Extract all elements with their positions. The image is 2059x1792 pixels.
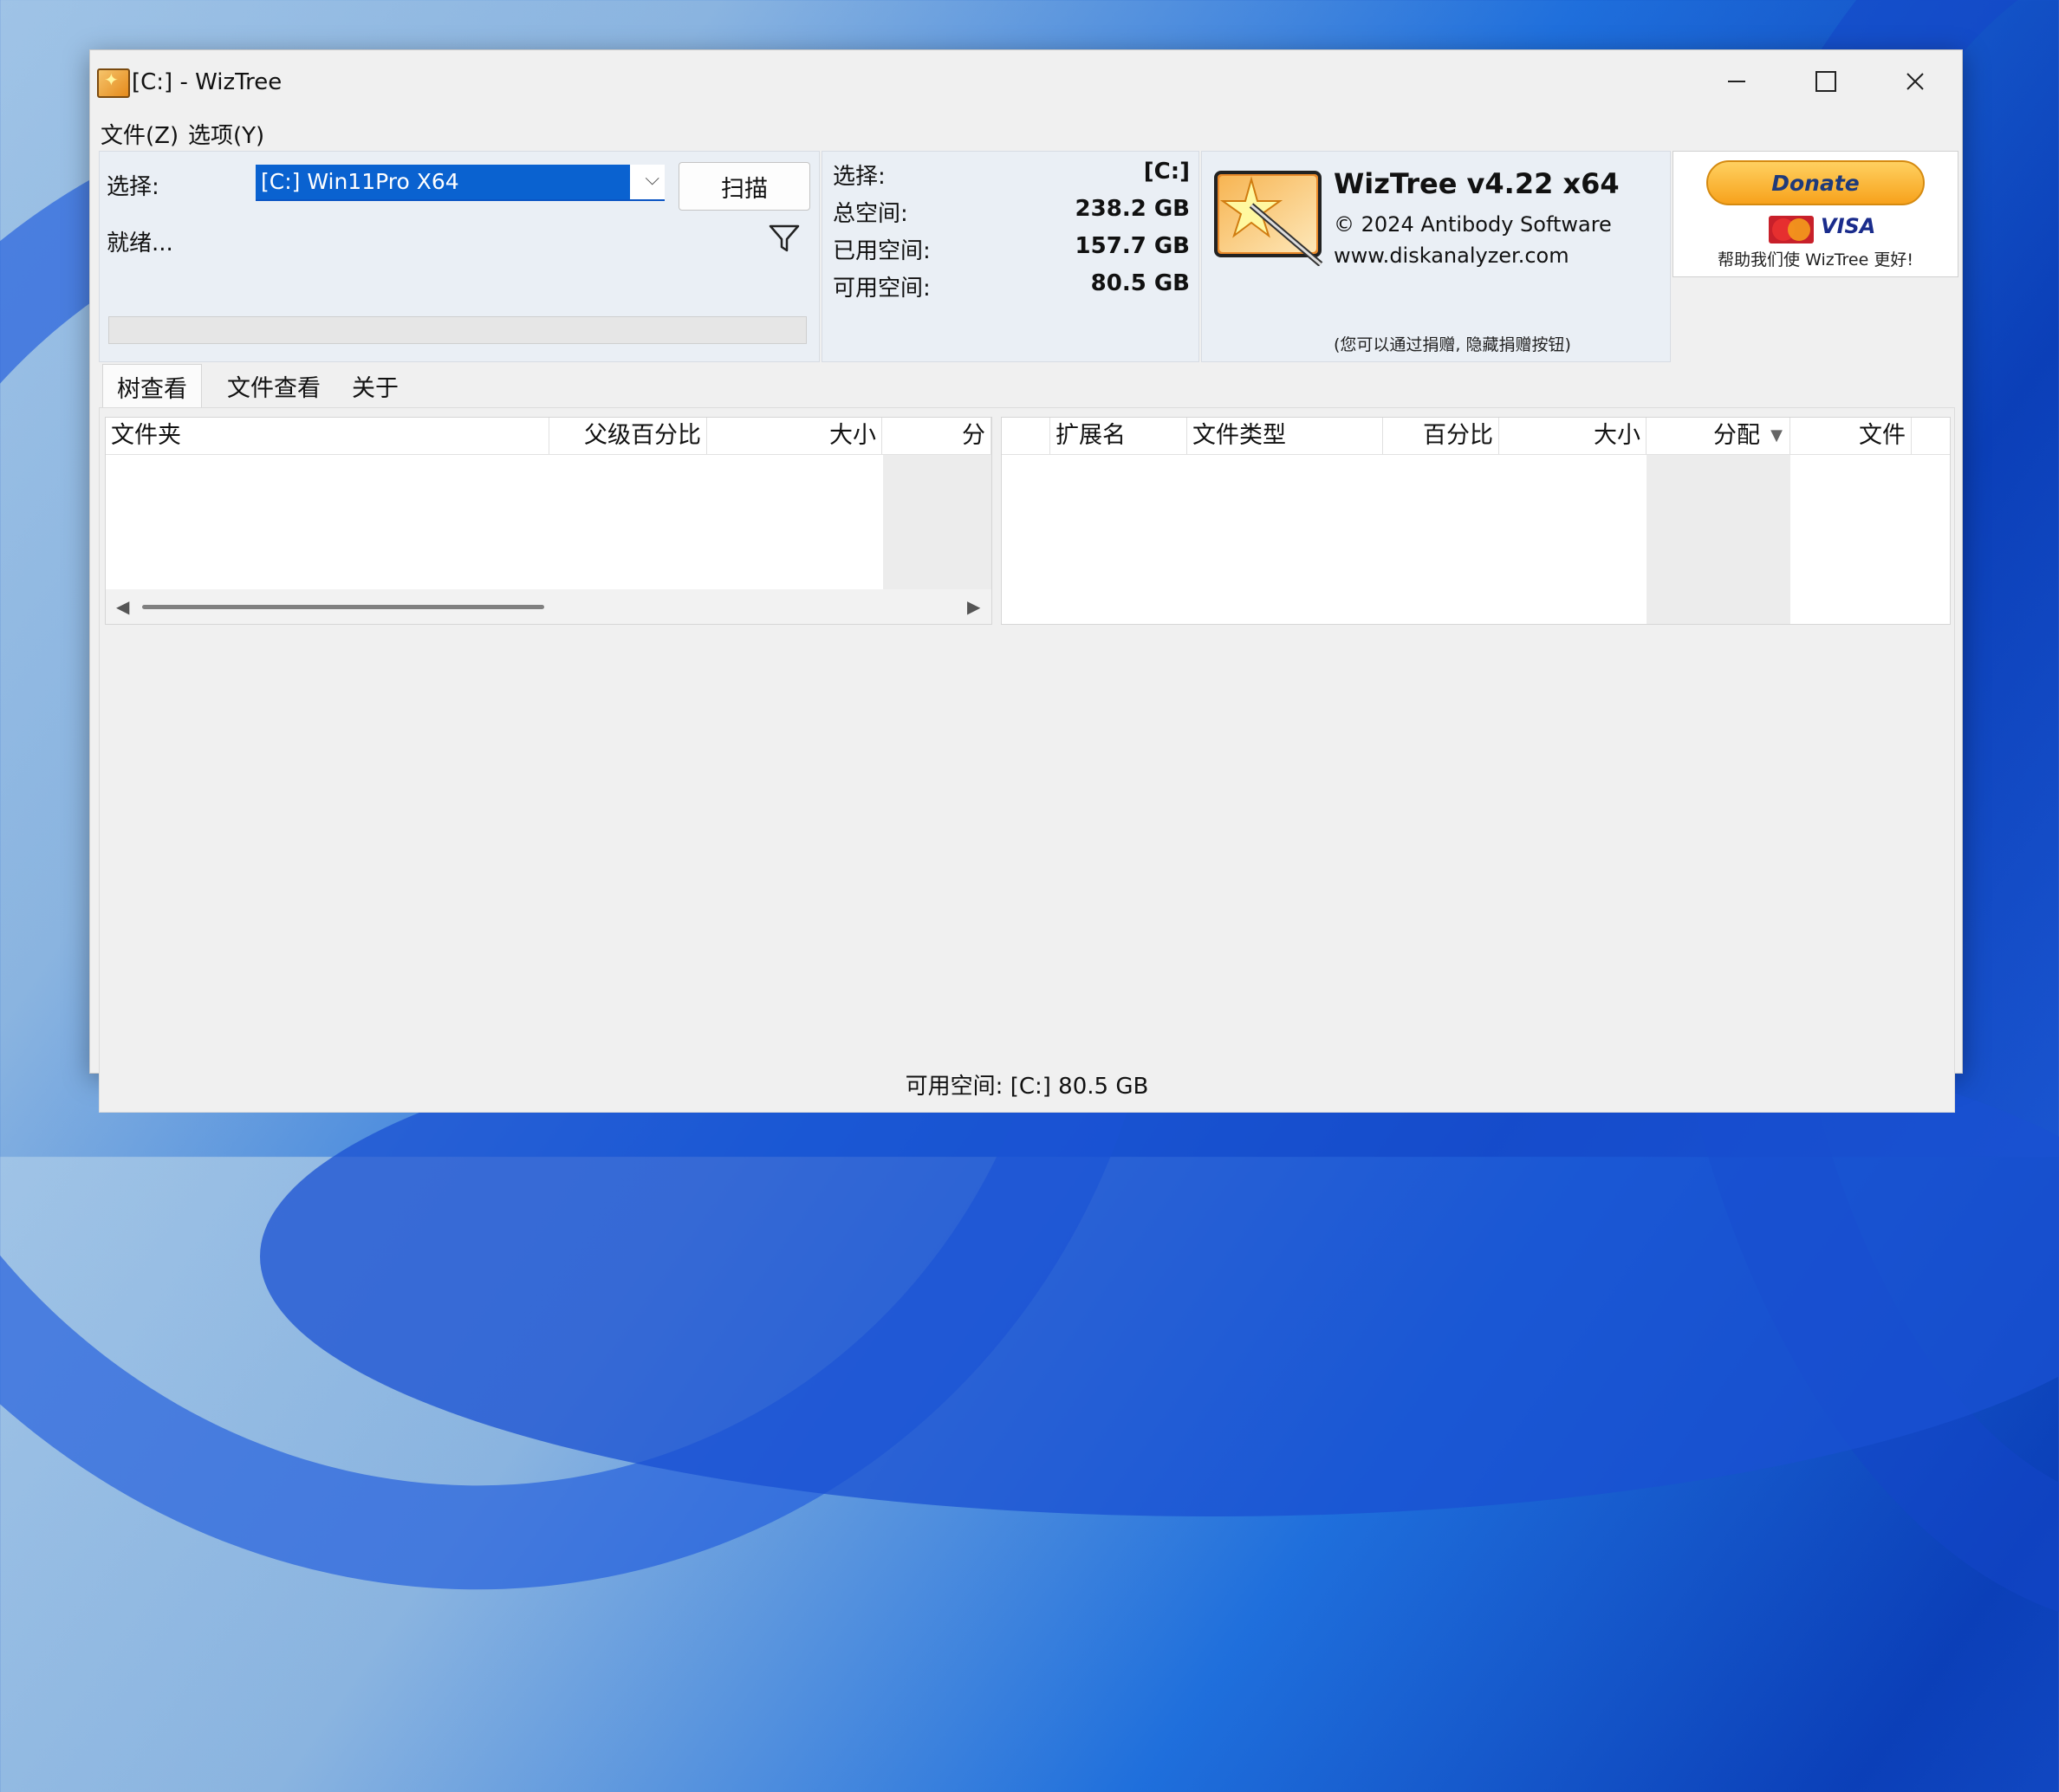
info-used-label: 已用空间: — [833, 238, 931, 264]
visa-logo: VISA — [1821, 214, 1876, 238]
sorted-column-shade — [883, 454, 991, 589]
close-button[interactable] — [1872, 55, 1958, 107]
donate-button[interactable]: Donate — [1706, 160, 1925, 205]
donate-panel: Donate VISA 帮助我们使 WizTree 更好! — [1673, 151, 1958, 277]
wiztree-window: [C:] - WizTree 文件(Z) 选项(Y) 选择: [C:] Win1… — [89, 49, 1963, 1113]
minimize-icon — [1728, 81, 1745, 82]
view-tabs: 树查看 文件查看 关于 — [99, 364, 1953, 408]
wiztree-app-icon — [97, 68, 130, 98]
about-title: WizTree v4.22 x64 — [1334, 167, 1620, 200]
info-used-row: 已用空间: 157.7 GB — [833, 233, 1190, 265]
col-size[interactable]: 大小 — [707, 418, 882, 454]
info-total-row: 总空间: 238.2 GB — [833, 196, 1190, 228]
about-panel: WizTree v4.22 x64 © 2024 Antibody Softwa… — [1201, 151, 1671, 362]
chevron-down-icon[interactable]: ⌵ — [645, 168, 659, 190]
col-spacer — [1002, 418, 1050, 454]
info-select-label: 选择: — [833, 164, 886, 190]
select-label: 选择: — [107, 174, 159, 200]
drive-info-panel: 选择: [C:] 总空间: 238.2 GB 已用空间: 157.7 GB 可用… — [822, 151, 1199, 362]
wiztree-logo-icon — [1214, 171, 1323, 266]
info-select-value: [C:] — [1143, 159, 1190, 185]
file-type-list[interactable]: 扩展名 文件类型 百分比 大小 分配 ▼ 文件 — [1001, 417, 1951, 625]
about-website-link[interactable]: www.diskanalyzer.com — [1334, 243, 1569, 268]
info-select-row: 选择: [C:] — [833, 159, 1190, 191]
col-allocation[interactable]: 分配 ▼ — [1647, 418, 1790, 454]
col-files[interactable]: 文件 — [1790, 418, 1912, 454]
info-used-value: 157.7 GB — [1075, 233, 1190, 259]
minimize-button[interactable] — [1693, 55, 1780, 107]
selection-panel: 选择: [C:] Win11Pro X64 ⌵ 扫描 就绪... — [99, 151, 820, 362]
donate-text: 帮助我们使 WizTree 更好! — [1718, 250, 1913, 269]
about-hide-hint: (您可以通过捐赠, 隐藏捐赠按钮) — [1334, 335, 1571, 354]
col-percent[interactable]: 百分比 — [1383, 418, 1499, 454]
menu-file[interactable]: 文件(Z) — [101, 118, 179, 150]
tab-content: 文件夹 父级百分比 大小 分 ◀ ▶ 扩展名 文件类型 百分比 大小 分配 ▼ … — [99, 407, 1955, 1113]
col-folder[interactable]: 文件夹 — [106, 418, 549, 454]
title-bar[interactable]: [C:] - WizTree — [90, 50, 1962, 111]
scroll-right-icon[interactable]: ▶ — [967, 596, 980, 617]
drive-select-value: [C:] Win11Pro X64 — [256, 165, 630, 199]
sort-desc-icon: ▼ — [1770, 426, 1783, 445]
scan-button[interactable]: 扫描 — [679, 162, 810, 211]
status-text: 就绪... — [107, 230, 173, 256]
col-file-size[interactable]: 大小 — [1499, 418, 1647, 454]
menu-bar: 文件(Z) 选项(Y) — [90, 111, 1962, 151]
info-free-value: 80.5 GB — [1090, 270, 1190, 296]
tab-tree-view[interactable]: 树查看 — [102, 364, 202, 408]
menu-options[interactable]: 选项(Y) — [188, 118, 264, 150]
col-parent-percent[interactable]: 父级百分比 — [549, 418, 707, 454]
info-free-label: 可用空间: — [833, 276, 931, 302]
col-allocation-label: 分配 — [1713, 422, 1760, 449]
col-extension[interactable]: 扩展名 — [1050, 418, 1187, 454]
close-icon — [1906, 73, 1924, 90]
maximize-icon — [1815, 71, 1836, 92]
tab-about[interactable]: 关于 — [338, 364, 412, 407]
payment-cards: VISA — [1769, 214, 1876, 243]
info-free-row: 可用空间: 80.5 GB — [833, 270, 1190, 302]
tree-list[interactable]: 文件夹 父级百分比 大小 分 ◀ ▶ — [105, 417, 992, 625]
tree-list-header: 文件夹 父级百分比 大小 分 — [106, 418, 991, 455]
sorted-column-shade — [1647, 454, 1790, 624]
scan-progress-bar — [108, 316, 807, 344]
col-allocated[interactable]: 分 — [882, 418, 991, 454]
scroll-thumb[interactable] — [142, 605, 544, 609]
info-total-label: 总空间: — [833, 201, 908, 227]
col-file-type[interactable]: 文件类型 — [1187, 418, 1383, 454]
top-panel: 选择: [C:] Win11Pro X64 ⌵ 扫描 就绪... 选择: [C:… — [95, 151, 1958, 362]
horizontal-scrollbar[interactable]: ◀ ▶ — [106, 589, 991, 624]
maximize-button[interactable] — [1783, 55, 1869, 107]
scroll-left-icon[interactable]: ◀ — [116, 596, 129, 617]
drive-select[interactable]: [C:] Win11Pro X64 ⌵ — [256, 165, 665, 201]
info-total-value: 238.2 GB — [1075, 196, 1190, 222]
mastercard-icon — [1769, 216, 1814, 243]
tab-file-view[interactable]: 文件查看 — [213, 364, 335, 407]
window-title: [C:] - WizTree — [132, 69, 283, 95]
filter-icon[interactable] — [767, 221, 802, 256]
status-bar: 可用空间: [C:] 80.5 GB — [905, 1074, 1149, 1100]
file-type-list-header: 扩展名 文件类型 百分比 大小 分配 ▼ 文件 — [1002, 418, 1950, 455]
about-copyright: © 2024 Antibody Software — [1334, 212, 1612, 237]
